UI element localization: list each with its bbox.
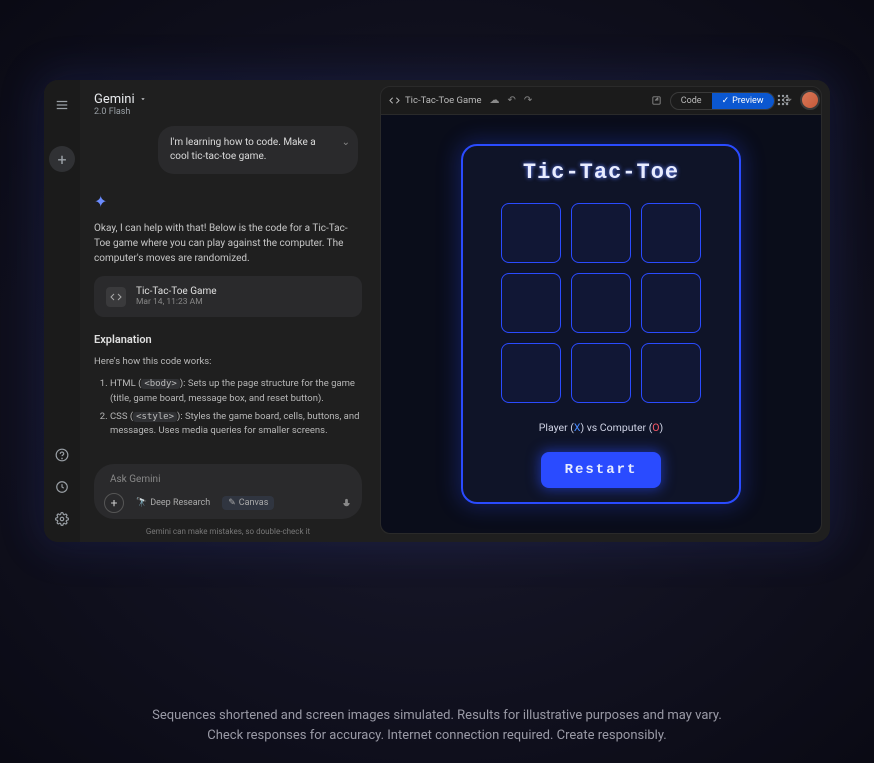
board-cell[interactable] — [641, 203, 701, 263]
game-board — [501, 203, 701, 403]
list-item: HTML (<body>): Sets up the page structur… — [110, 377, 362, 406]
board-cell[interactable] — [641, 343, 701, 403]
assistant-message: Okay, I can help with that! Below is the… — [94, 221, 362, 266]
add-button[interactable]: + — [104, 493, 124, 513]
settings-icon[interactable] — [51, 508, 73, 530]
mic-icon[interactable] — [341, 498, 352, 509]
code-icon — [389, 95, 400, 106]
artifact-timestamp: Mar 14, 11:23 AM — [136, 297, 217, 307]
user-avatar[interactable] — [800, 90, 820, 110]
preview-panel: Tic-Tac-Toe Game ☁ ↶ ↷ Code ✓ Previ — [380, 86, 822, 534]
preview-title: Tic-Tac-Toe Game — [405, 95, 482, 106]
chat-header: Gemini 2.0 Flash — [80, 80, 376, 120]
toggle-code-button[interactable]: Code — [671, 93, 712, 109]
history-icon[interactable] — [51, 476, 73, 498]
deep-research-chip[interactable]: 🔭 Deep Research — [130, 496, 216, 510]
share-icon[interactable] — [649, 95, 664, 106]
board-cell[interactable] — [501, 203, 561, 263]
board-cell[interactable] — [571, 203, 631, 263]
cloud-icon[interactable]: ☁ — [490, 95, 500, 106]
model-label: 2.0 Flash — [94, 107, 147, 117]
new-chat-button[interactable]: + — [49, 146, 75, 172]
game-status: Player (X) vs Computer (O) — [539, 421, 663, 434]
board-cell[interactable] — [501, 343, 561, 403]
menu-icon[interactable] — [51, 94, 73, 116]
spark-icon: ✦ — [94, 192, 362, 211]
board-cell[interactable] — [641, 273, 701, 333]
app-window: + Gemini 2.0 Flash — [44, 80, 830, 542]
user-message[interactable]: I'm learning how to code. Make a cool ti… — [158, 126, 358, 174]
composer[interactable]: Ask Gemini + 🔭 Deep Research ✎ Canvas — [94, 464, 362, 519]
code-preview-toggle: Code ✓ Preview — [670, 92, 775, 110]
footer-line-1: Sequences shortened and screen images si… — [40, 706, 834, 726]
page-footer: Sequences shortened and screen images si… — [0, 706, 874, 745]
app-name-label: Gemini — [94, 92, 135, 107]
canvas-chip[interactable]: ✎ Canvas — [222, 496, 274, 510]
preview-header: Tic-Tac-Toe Game ☁ ↶ ↷ Code ✓ Previ — [381, 87, 821, 115]
list-item: CSS (<style>): Styles the game board, ce… — [110, 410, 362, 439]
telescope-icon: 🔭 — [136, 498, 147, 508]
game-surface: Tic-Tac-Toe Player (X) vs Computer (O) — [381, 115, 821, 533]
chevron-down-icon — [139, 95, 147, 103]
code-icon — [106, 287, 126, 307]
app-title[interactable]: Gemini — [94, 92, 147, 107]
chat-column: Gemini 2.0 Flash I'm learning how to cod… — [80, 80, 376, 542]
board-cell[interactable] — [571, 343, 631, 403]
game-card: Tic-Tac-Toe Player (X) vs Computer (O) — [461, 144, 741, 504]
chevron-down-icon[interactable]: ⌄ — [342, 136, 350, 150]
undo-icon[interactable]: ↶ — [508, 95, 516, 106]
user-message-text: I'm learning how to code. Make a cool ti… — [170, 137, 316, 162]
restart-button[interactable]: Restart — [541, 452, 662, 488]
disclaimer-text: Gemini can make mistakes, so double-chec… — [80, 523, 376, 542]
board-cell[interactable] — [501, 273, 561, 333]
conversation: I'm learning how to code. Make a cool ti… — [80, 120, 376, 458]
check-icon: ✓ — [722, 96, 730, 106]
game-title: Tic-Tac-Toe — [523, 160, 679, 185]
explanation-list: HTML (<body>): Sets up the page structur… — [94, 377, 362, 443]
pencil-icon: ✎ — [228, 498, 236, 508]
footer-line-2: Check responses for accuracy. Internet c… — [40, 726, 834, 746]
toggle-preview-button[interactable]: ✓ Preview — [712, 93, 774, 109]
help-icon[interactable] — [51, 444, 73, 466]
explanation-heading: Explanation — [94, 333, 362, 346]
composer-input[interactable]: Ask Gemini — [104, 470, 352, 489]
artifact-title: Tic-Tac-Toe Game — [136, 286, 217, 297]
explanation-intro: Here's how this code works: — [94, 356, 362, 367]
artifact-card[interactable]: Tic-Tac-Toe Game Mar 14, 11:23 AM — [94, 276, 362, 317]
redo-icon[interactable]: ↷ — [524, 95, 532, 106]
apps-icon[interactable] — [776, 93, 790, 107]
preview-column: Tic-Tac-Toe Game ☁ ↶ ↷ Code ✓ Previ — [376, 80, 830, 542]
nav-rail: + — [44, 80, 80, 542]
board-cell[interactable] — [571, 273, 631, 333]
